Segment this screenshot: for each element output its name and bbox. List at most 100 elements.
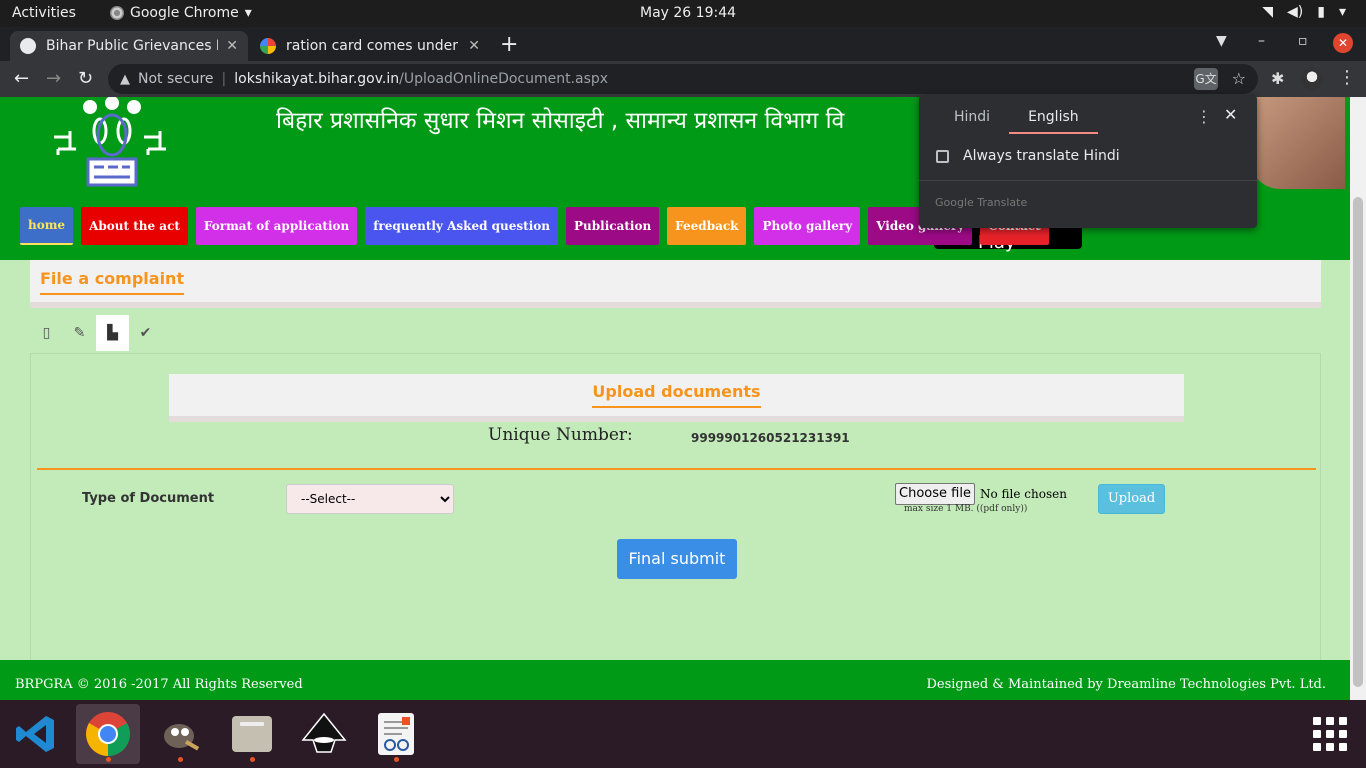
upload-documents-heading: Upload documents xyxy=(592,382,761,408)
chrome-icon xyxy=(86,712,130,756)
edit-step-icon[interactable]: ✎ xyxy=(63,315,96,351)
browser-toolbar: ← → ↻ ▲ Not secure | lokshikayat.bihar.g… xyxy=(0,61,1366,97)
nav-photo-gallery[interactable]: Photo gallery xyxy=(754,207,861,245)
inkscape-launcher[interactable] xyxy=(292,704,356,764)
battery-icon: ▮ xyxy=(1317,4,1325,20)
file-status: No file chosen xyxy=(980,487,1067,501)
wizard-steps: ▯ ✎ ▙ ✔ xyxy=(30,315,162,351)
chevron-down-icon: ▾ xyxy=(1338,4,1346,20)
unique-number-value: 9999901260521231391 xyxy=(691,431,850,445)
chrome-menu-icon[interactable]: ⋮ xyxy=(1338,67,1356,88)
site-title-hindi: बिहार प्रशासनिक सुधार मिशन सोसाइटी , साम… xyxy=(276,108,845,134)
language-tabs: Hindi English xyxy=(935,103,1098,134)
vscode-icon xyxy=(16,716,54,752)
copyright-text: BRPGRA © 2016 -2017 All Rights Reserved xyxy=(15,677,303,692)
running-indicator xyxy=(106,757,111,762)
reload-icon[interactable]: ↻ xyxy=(78,68,93,89)
nav-home[interactable]: home xyxy=(20,207,74,245)
document-viewer-launcher[interactable] xyxy=(364,704,428,764)
always-translate-option[interactable]: Always translate Hindi xyxy=(936,148,1120,164)
show-applications-icon[interactable] xyxy=(1313,717,1347,751)
close-icon[interactable]: ✕ xyxy=(1224,105,1237,124)
close-window-icon[interactable]: ✕ xyxy=(1333,33,1353,53)
nav-publication[interactable]: Publication xyxy=(566,207,660,245)
upload-button[interactable]: Upload xyxy=(1098,484,1165,514)
document-type-label: Type of Document xyxy=(82,491,215,506)
bookmark-star-icon[interactable]: ☆ xyxy=(1232,69,1246,88)
new-tab-button[interactable]: + xyxy=(500,32,518,57)
main-nav: home About the act Format of application… xyxy=(20,207,1049,245)
translate-popup: Hindi English ⋮ ✕ Always translate Hindi… xyxy=(919,95,1257,228)
divider: | xyxy=(221,71,227,87)
page-scrollbar[interactable] xyxy=(1350,97,1366,700)
tab-title: Bihar Public Grievances Re xyxy=(46,38,219,54)
document-step-icon[interactable]: ▙ xyxy=(96,315,129,351)
upload-documents-bar: Upload documents xyxy=(169,374,1184,422)
nav-format-of-application[interactable]: Format of application xyxy=(195,207,358,245)
system-tray[interactable]: ◥ ◀) ▮ ▾ xyxy=(1262,4,1346,20)
divider xyxy=(37,468,1316,470)
tab-strip: Bihar Public Grievances Re ✕ ration card… xyxy=(0,27,1366,61)
file-complaint-bar: File a complaint xyxy=(30,260,1321,308)
final-submit-button[interactable]: Final submit xyxy=(617,539,737,579)
files-launcher[interactable] xyxy=(220,704,284,764)
divider xyxy=(919,180,1257,181)
mobile-step-icon[interactable]: ▯ xyxy=(30,315,63,351)
maximize-icon[interactable]: ▫ xyxy=(1298,33,1308,49)
profile-avatar[interactable] xyxy=(1301,68,1323,90)
dock xyxy=(0,700,1366,768)
unique-number-label: Unique Number: xyxy=(488,425,633,445)
minimize-icon[interactable]: – xyxy=(1258,33,1265,49)
leader-portrait-image xyxy=(1250,97,1345,189)
tab-target-language[interactable]: English xyxy=(1009,103,1098,134)
nav-feedback[interactable]: Feedback xyxy=(667,207,747,245)
address-bar[interactable]: ▲ Not secure | lokshikayat.bihar.gov.in … xyxy=(108,64,1258,94)
chrome-launcher[interactable] xyxy=(76,704,140,764)
google-icon xyxy=(260,38,276,54)
scrollbar-thumb[interactable] xyxy=(1353,197,1363,687)
forward-icon[interactable]: → xyxy=(46,68,61,89)
nav-faq[interactable]: frequently Asked question xyxy=(365,207,558,245)
running-indicator xyxy=(394,757,399,762)
security-status[interactable]: Not secure xyxy=(138,71,214,87)
file-complaint-heading: File a complaint xyxy=(40,269,185,295)
tab-bihar-grievances[interactable]: Bihar Public Grievances Re ✕ xyxy=(10,31,248,61)
tab-ration-card[interactable]: ration card comes under w ✕ xyxy=(250,31,490,61)
upload-panel: Upload documents Unique Number: 99999012… xyxy=(30,353,1321,700)
translate-icon[interactable]: G文 xyxy=(1194,68,1218,90)
globe-icon xyxy=(20,38,36,54)
activities-button[interactable]: Activities xyxy=(12,5,76,21)
tab-source-language[interactable]: Hindi xyxy=(935,103,1009,134)
nav-about-the-act[interactable]: About the act xyxy=(81,207,188,245)
chrome-icon xyxy=(110,6,124,20)
back-icon[interactable]: ← xyxy=(14,68,29,89)
system-top-bar: Activities Google Chrome ▾ May 26 19:44 … xyxy=(0,0,1366,27)
tab-search-icon[interactable]: ▼ xyxy=(1216,33,1227,49)
vscode-launcher[interactable] xyxy=(4,704,68,764)
chevron-down-icon: ▾ xyxy=(244,5,252,21)
check-step-icon[interactable]: ✔ xyxy=(129,315,162,351)
app-name: Google Chrome xyxy=(130,5,239,21)
always-translate-checkbox[interactable] xyxy=(936,149,949,163)
google-translate-brand: Google Translate xyxy=(935,196,1028,209)
url-host: lokshikayat.bihar.gov.in xyxy=(234,71,400,87)
credits-text: Designed & Maintained by Dreamline Techn… xyxy=(926,677,1326,692)
always-translate-label: Always translate Hindi xyxy=(963,148,1120,164)
warning-icon[interactable]: ▲ xyxy=(120,72,130,87)
document-viewer-icon xyxy=(378,713,414,755)
inkscape-icon xyxy=(301,712,347,753)
more-options-icon[interactable]: ⋮ xyxy=(1196,107,1212,126)
site-footer: BRPGRA © 2016 -2017 All Rights Reserved … xyxy=(0,660,1350,700)
app-menu[interactable]: Google Chrome ▾ xyxy=(110,5,252,21)
close-icon[interactable]: ✕ xyxy=(226,38,238,54)
document-type-select[interactable]: --Select-- xyxy=(286,484,454,514)
tab-title: ration card comes under w xyxy=(286,38,461,54)
extensions-puzzle-icon[interactable]: ✱ xyxy=(1271,69,1284,88)
bihar-emblem-logo xyxy=(54,97,166,187)
file-size-hint: max size 1 MB. ((pdf only)) xyxy=(904,504,1028,514)
folder-icon xyxy=(232,716,272,752)
gimp-launcher[interactable] xyxy=(148,704,212,764)
choose-file-button[interactable]: Choose file xyxy=(895,483,975,505)
close-icon[interactable]: ✕ xyxy=(468,38,480,54)
clock[interactable]: May 26 19:44 xyxy=(640,5,736,21)
